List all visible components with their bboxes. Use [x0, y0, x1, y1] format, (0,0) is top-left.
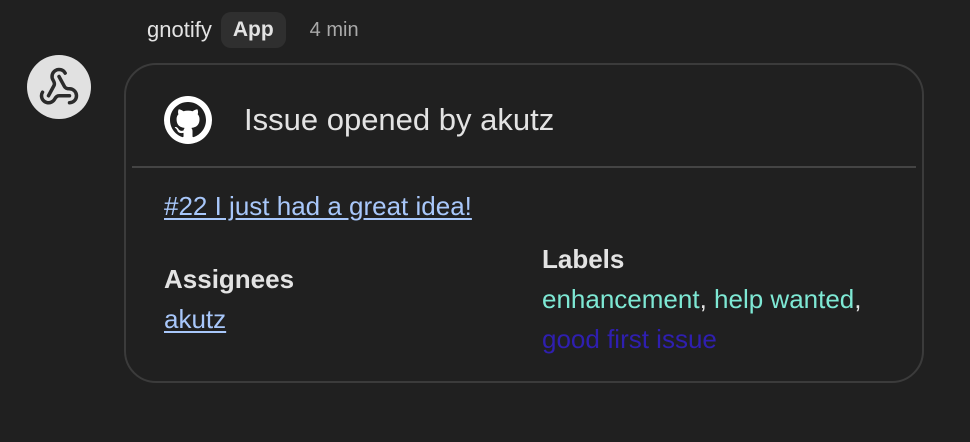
notification: gnotify App 4 min Issue opened by akutz …	[0, 0, 970, 442]
assignee-link[interactable]: akutz	[164, 304, 226, 334]
webhook-icon	[39, 67, 79, 105]
issue-link[interactable]: #22 I just had a great idea!	[164, 191, 472, 222]
app-avatar	[27, 55, 91, 119]
label-separator: ,	[699, 284, 707, 314]
notification-meta: gnotify App 4 min	[147, 10, 359, 50]
card-header: Issue opened by akutz	[164, 95, 554, 145]
divider	[132, 166, 916, 168]
assignees-heading: Assignees	[164, 264, 295, 294]
sender-name: gnotify	[147, 17, 212, 42]
assignees-list: akutz	[164, 299, 294, 339]
label-enhancement[interactable]: enhancement	[542, 284, 700, 314]
label-help-wanted[interactable]: help wanted	[714, 284, 854, 314]
app-badge: App	[220, 12, 286, 48]
labels-heading: Labels	[542, 244, 625, 274]
label-good-first-issue[interactable]: good first issue	[542, 324, 717, 354]
labels-section: Labels enhancement, help wanted, good fi…	[542, 239, 882, 359]
timestamp: 4 min	[309, 18, 359, 41]
assignees-section: Assignees akutz	[164, 259, 294, 339]
label-separator: ,	[854, 284, 862, 314]
message-card: Issue opened by akutz #22 I just had a g…	[124, 63, 924, 383]
github-icon	[164, 96, 212, 144]
card-title: Issue opened by akutz	[244, 102, 555, 137]
labels-list: enhancement, help wanted, good first iss…	[542, 279, 882, 359]
